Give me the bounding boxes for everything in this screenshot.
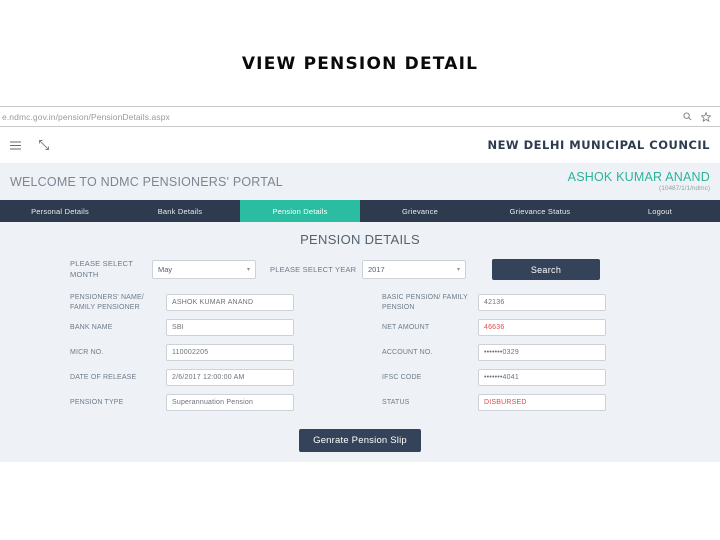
- field-value[interactable]: 46636: [478, 319, 606, 336]
- council-name: NEW DELHI MUNICIPAL COUNCIL: [487, 138, 710, 152]
- field-value[interactable]: Superannuation Pension: [166, 394, 294, 411]
- filter-row: PLEASE SELECT MONTH May ▾ PLEASE SELECT …: [0, 247, 720, 280]
- field-value[interactable]: 2/6/2017 12:00:00 AM: [166, 369, 294, 386]
- field-date-of-release: DATE OF RELEASE 2/6/2017 12:00:00 AM: [70, 369, 360, 386]
- field-label: MICR NO.: [70, 348, 104, 356]
- generate-action-row: Genrate Pension Slip: [0, 419, 720, 452]
- year-select-value: 2017: [368, 265, 385, 274]
- user-id: (10487/1/1/ndmc): [659, 185, 710, 193]
- details-grid: PENSIONERS' NAME/ FAMILY PENSIONER ASHOK…: [0, 280, 720, 419]
- field-label: STATUS: [382, 398, 410, 406]
- pension-details-panel: PENSION DETAILS PLEASE SELECT MONTH May …: [0, 222, 720, 462]
- field-label: ACCOUNT NO.: [382, 348, 433, 356]
- url-bar-icons: [683, 111, 720, 122]
- field-label: PENSION TYPE: [70, 398, 124, 406]
- field-value[interactable]: •••••••0329: [478, 344, 606, 361]
- expand-arrows-icon[interactable]: [39, 140, 49, 150]
- chevron-down-icon: ▾: [456, 267, 460, 273]
- field-label: BASIC PENSION/ FAMILY PENSION: [382, 294, 468, 311]
- field-value[interactable]: 110002205: [166, 344, 294, 361]
- field-bank-name: BANK NAME SBI: [70, 319, 360, 336]
- month-select[interactable]: May ▾: [152, 260, 256, 279]
- url-text[interactable]: e.ndmc.gov.in/pension/PensionDetails.asp…: [0, 112, 170, 122]
- user-block: ASHOK KUMAR ANAND (10487/1/1/ndmc): [567, 170, 710, 193]
- field-micr-no: MICR NO. 110002205: [70, 344, 360, 361]
- search-button[interactable]: Search: [492, 259, 600, 280]
- field-pensioner-name: PENSIONERS' NAME/ FAMILY PENSIONER ASHOK…: [70, 294, 360, 311]
- welcome-message: WELCOME TO NDMC PENSIONERS' PORTAL: [10, 175, 283, 189]
- tab-logout[interactable]: Logout: [600, 200, 720, 222]
- field-label: BANK NAME: [70, 323, 113, 331]
- browser-screenshot: e.ndmc.gov.in/pension/PensionDetails.asp…: [0, 106, 720, 466]
- bookmark-star-icon[interactable]: [701, 111, 711, 122]
- tab-grievance[interactable]: Grievance: [360, 200, 480, 222]
- field-label: DATE OF RELEASE: [70, 373, 137, 381]
- field-basic-pension: BASIC PENSION/ FAMILY PENSION 42136: [382, 294, 720, 311]
- field-label: IFSC CODE: [382, 373, 422, 381]
- welcome-strip: WELCOME TO NDMC PENSIONERS' PORTAL ASHOK…: [0, 164, 720, 200]
- user-name: ASHOK KUMAR ANAND: [567, 170, 710, 185]
- tab-grievance-status[interactable]: Grievance Status: [480, 200, 600, 222]
- month-select-value: May: [158, 265, 173, 274]
- section-heading: PENSION DETAILS: [300, 232, 420, 247]
- field-net-amount: NET AMOUNT 46636: [382, 319, 720, 336]
- main-nav-tabs: Personal Details Bank Details Pension De…: [0, 200, 720, 222]
- browser-url-bar[interactable]: e.ndmc.gov.in/pension/PensionDetails.asp…: [0, 106, 720, 127]
- field-value[interactable]: ASHOK KUMAR ANAND: [166, 294, 294, 311]
- tab-pension-details[interactable]: Pension Details: [240, 200, 360, 222]
- status-badge[interactable]: DISBURSED: [478, 394, 606, 411]
- year-label: PLEASE SELECT YEAR: [270, 265, 357, 274]
- search-icon[interactable]: [683, 112, 692, 121]
- tab-personal-details[interactable]: Personal Details: [0, 200, 120, 222]
- details-column-left: PENSIONERS' NAME/ FAMILY PENSIONER ASHOK…: [0, 294, 360, 419]
- field-ifsc-code: IFSC CODE •••••••4041: [382, 369, 720, 386]
- field-label: NET AMOUNT: [382, 323, 430, 331]
- field-pension-type: PENSION TYPE Superannuation Pension: [70, 394, 360, 411]
- month-label: PLEASE SELECT MONTH: [70, 259, 133, 279]
- page-title: VIEW PENSION DETAIL: [241, 54, 479, 74]
- field-account-no: ACCOUNT NO. •••••••0329: [382, 344, 720, 361]
- tab-bank-details[interactable]: Bank Details: [120, 200, 240, 222]
- field-value[interactable]: SBI: [166, 319, 294, 336]
- site-top-bar: NEW DELHI MUNICIPAL COUNCIL: [0, 127, 720, 164]
- field-status: STATUS DISBURSED: [382, 394, 720, 411]
- year-select[interactable]: 2017 ▾: [362, 260, 466, 279]
- field-value[interactable]: 42136: [478, 294, 606, 311]
- hamburger-menu-icon[interactable]: [10, 141, 21, 150]
- field-label: PENSIONERS' NAME/ FAMILY PENSIONER: [70, 294, 144, 311]
- details-column-right: BASIC PENSION/ FAMILY PENSION 42136 NET …: [360, 294, 720, 419]
- generate-pension-slip-button[interactable]: Genrate Pension Slip: [299, 429, 421, 452]
- chevron-down-icon: ▾: [246, 267, 250, 273]
- field-value[interactable]: •••••••4041: [478, 369, 606, 386]
